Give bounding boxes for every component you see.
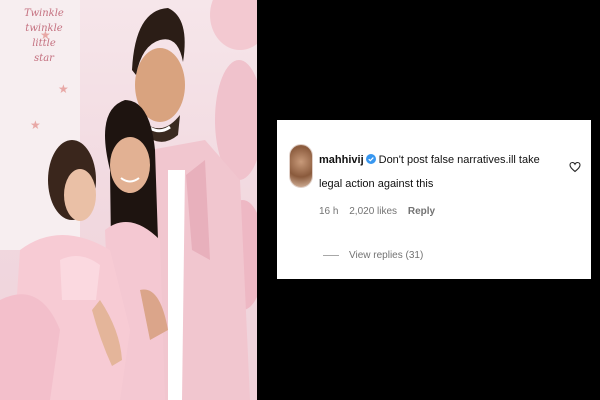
comment-likes[interactable]: 2,020 likes — [349, 206, 397, 217]
view-replies-button[interactable]: View replies (31) — [323, 250, 423, 261]
comment-time: 16 h — [319, 206, 339, 217]
reply-button[interactable]: Reply — [408, 206, 435, 217]
heart-outline-icon[interactable] — [569, 161, 581, 173]
comment-body: mahhivij Don't post false narratives.ill… — [319, 148, 559, 196]
comment-card: mahhivij Don't post false narratives.ill… — [277, 120, 591, 279]
family-photo: Twinkle twinkle little star ★ ★ ★ — [0, 0, 257, 400]
comment-meta: 16 h 2,020 likes Reply — [319, 206, 443, 217]
view-replies-label: View replies (31) — [349, 250, 424, 261]
photo-people — [0, 8, 250, 400]
verified-badge-icon — [365, 154, 376, 164]
comment-username[interactable]: mahhivij — [319, 154, 364, 166]
avatar[interactable] — [289, 144, 313, 188]
replies-divider — [323, 255, 339, 256]
